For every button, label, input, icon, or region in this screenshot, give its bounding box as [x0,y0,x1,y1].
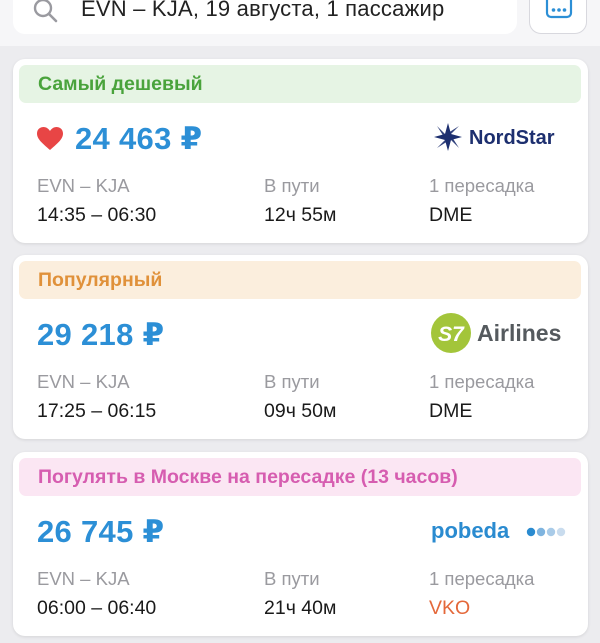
route-column: EVN – KJA 06:00 – 06:40 [37,565,156,623]
tag-moscow-layover: Погулять в Москве на пересадке (13 часов… [19,458,581,496]
price-row: 26 745 ₽ [37,512,164,552]
flight-card-cheapest[interactable]: Самый дешевый 24 463 ₽ NordStar EVN – KJ… [13,59,588,243]
route: EVN – KJA [37,175,130,196]
times: 06:00 – 06:40 [37,597,157,619]
pobeda-logo: pobeda [431,518,566,543]
calendar-icon [545,0,573,19]
duration: 12ч 55м [264,204,337,226]
search-query: EVN – KJA, 19 августа, 1 пассажир [81,0,445,21]
stops: 1 пересадка [429,371,535,392]
top-bar: EVN – KJA, 19 августа, 1 пассажир [0,0,600,46]
stops-column: 1 пересадка DME [429,172,534,230]
route-column: EVN – KJA 17:25 – 06:15 [37,368,156,426]
duration-column: В пути 12ч 55м [264,172,336,230]
price: 24 463 ₽ [75,121,203,156]
duration-label: В пути [264,175,320,196]
tag-cheapest: Самый дешевый [19,65,581,103]
duration: 09ч 50м [264,400,337,422]
stops-column: 1 пересадка DME [429,368,534,426]
duration-label: В пути [264,568,320,589]
duration-label: В пути [264,371,320,392]
price-row: 24 463 ₽ [37,119,202,159]
tag-popular: Популярный [19,261,581,299]
search-field[interactable]: EVN – KJA, 19 августа, 1 пассажир [13,0,517,34]
calendar-button[interactable] [529,0,587,34]
times: 17:25 – 06:15 [37,400,157,422]
route: EVN – KJA [37,371,130,392]
stop-airport: DME [429,400,473,422]
flight-card-moscow-layover[interactable]: Погулять в Москве на пересадке (13 часов… [13,452,588,636]
price-row: 29 218 ₽ [37,315,164,355]
stops: 1 пересадка [429,175,535,196]
stop-airport: VKO [429,597,471,619]
stop-airport: DME [429,204,473,226]
price: 26 745 ₽ [37,514,165,549]
s7-airlines-logo: S7 Airlines [431,313,561,353]
price: 29 218 ₽ [37,317,165,352]
flight-card-popular[interactable]: Популярный 29 218 ₽ S7 Airlines EVN – KJ… [13,255,588,439]
stops-column: 1 пересадка VKO [429,565,534,623]
airline-name: pobeda [431,518,510,543]
airline-name: NordStar [469,127,555,149]
stops: 1 пересадка [429,568,535,589]
airline-name: Airlines [477,320,561,346]
heart-icon[interactable] [37,127,63,151]
route-column: EVN – KJA 14:35 – 06:30 [37,172,156,230]
airline-badge: S7 [438,323,465,346]
times: 14:35 – 06:30 [37,204,157,226]
search-icon [33,0,58,23]
duration-column: В пути 21ч 40м [264,565,336,623]
duration: 21ч 40м [264,597,337,619]
route: EVN – KJA [37,568,130,589]
nordstar-logo: NordStar [434,123,555,151]
duration-column: В пути 09ч 50м [264,368,336,426]
